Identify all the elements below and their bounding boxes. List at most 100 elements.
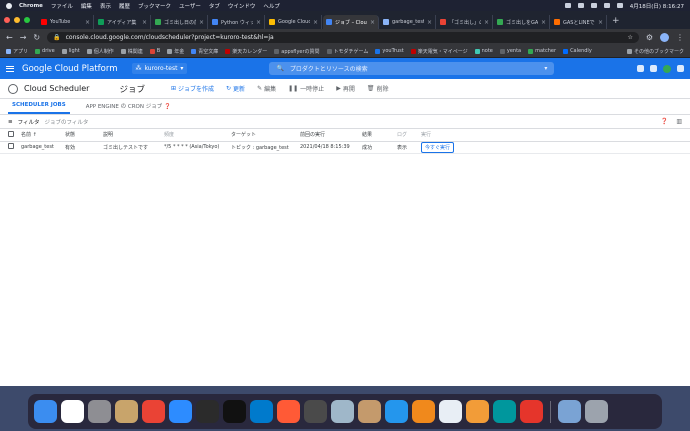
reload-icon[interactable]: ↻ [33, 33, 40, 42]
status-icon[interactable] [564, 3, 571, 8]
sourcetree-icon[interactable] [412, 400, 435, 423]
forward-arrow-icon[interactable]: → [20, 33, 27, 42]
bookmark-item[interactable]: Calendly [563, 48, 592, 55]
close-window-button[interactable] [4, 17, 10, 23]
platform-title[interactable]: Google Cloud Platform [22, 64, 118, 74]
battery-icon[interactable] [603, 3, 610, 8]
resume-button[interactable]: ▶ 再開 [336, 84, 355, 93]
pause-button[interactable]: ❚❚ 一時停止 [288, 84, 324, 93]
tab-close-icon[interactable]: × [370, 19, 375, 26]
menu-app[interactable]: Chrome [19, 3, 43, 9]
calendar-icon[interactable] [61, 400, 84, 423]
script-editor-icon[interactable] [358, 400, 381, 423]
more-menu-icon[interactable]: ⋮ [676, 33, 684, 42]
arduino-icon[interactable] [493, 400, 516, 423]
select-all-checkbox[interactable] [8, 130, 14, 137]
browser-tab[interactable]: ゴミ出し日の前日× [152, 15, 208, 29]
bookmark-item[interactable]: yenta [499, 48, 521, 55]
finder-icon[interactable] [34, 400, 57, 423]
sequel-icon[interactable] [331, 400, 354, 423]
tab-scheduler-jobs[interactable]: SCHEDULER JOBS [8, 102, 70, 114]
menu-help[interactable]: ヘルプ [263, 2, 280, 10]
profile-avatar[interactable] [660, 32, 669, 42]
project-selector[interactable]: ⁂ kuroro-test ▾ [131, 63, 188, 74]
col-name[interactable]: 名前 ↑ [18, 129, 62, 142]
browser-tab[interactable]: Python ウィッシュ× [209, 15, 265, 29]
table-row[interactable]: garbage_test 有効 ゴミ出しテストです */5 * * * * (A… [0, 141, 690, 154]
filter-input[interactable]: ジョブのフィルタ [45, 118, 89, 126]
tab-close-icon[interactable]: × [484, 19, 489, 26]
search-icon[interactable] [616, 3, 623, 8]
browser-tab[interactable]: ゴミ出しをGAS × [494, 15, 550, 29]
trash-icon[interactable] [585, 400, 608, 423]
bookmark-item[interactable]: トモダチゲーム [326, 48, 368, 55]
minimize-window-button[interactable] [14, 17, 20, 23]
help-circle-icon[interactable]: ❓ [164, 104, 171, 110]
bookmark-item[interactable]: 楽天カレンダー [225, 48, 267, 55]
tab-close-icon[interactable]: × [427, 19, 432, 26]
tab-close-icon[interactable]: × [598, 19, 603, 26]
clock-icon[interactable] [520, 400, 543, 423]
browser-tab[interactable]: garbage_test × [380, 15, 436, 29]
new-tab-button[interactable]: + [608, 15, 624, 29]
address-bar[interactable]: 🔒 console.cloud.google.com/cloudschedule… [47, 31, 639, 43]
mysql-workbench-icon[interactable] [439, 400, 462, 423]
terminal2-icon[interactable] [223, 400, 246, 423]
row-checkbox[interactable] [8, 143, 14, 149]
menu-file[interactable]: ファイル [51, 2, 73, 10]
tab-close-icon[interactable]: × [142, 19, 147, 26]
chrome-icon[interactable] [142, 400, 165, 423]
bookmark-item[interactable]: matcher [528, 48, 556, 55]
menu-user[interactable]: ユーザー [179, 2, 201, 10]
back-arrow-icon[interactable]: ← [6, 33, 13, 42]
safari-icon[interactable] [277, 400, 300, 423]
tab-close-icon[interactable]: × [313, 19, 318, 26]
zoom-icon[interactable] [169, 400, 192, 423]
browser-tab[interactable]: ジョブ – Cloud × [323, 15, 379, 29]
column-display-icon[interactable]: ▥ [676, 118, 682, 125]
cloud-shell-icon[interactable] [637, 65, 644, 72]
system-preferences-icon[interactable] [88, 400, 111, 423]
create-job-button[interactable]: ⊞ ジョブを作成 [171, 84, 214, 93]
bookmark-item[interactable]: B [149, 48, 160, 55]
bluetooth-icon[interactable] [577, 3, 584, 8]
edit-button[interactable]: ✎ 編集 [257, 84, 276, 93]
refresh-button[interactable]: ↻ 更新 [226, 84, 245, 93]
contacts-icon[interactable] [115, 400, 138, 423]
bookmark-item[interactable]: light [61, 48, 80, 55]
user-avatar[interactable] [663, 64, 671, 73]
tab-close-icon[interactable]: × [199, 19, 204, 26]
run-now-button[interactable]: 今すぐ実行 [421, 141, 455, 153]
other-bookmarks[interactable]: その他のブックマーク [626, 48, 684, 55]
tab-appengine-cron[interactable]: APP ENGINE の CRON ジョブ ❓ [82, 102, 175, 114]
help-icon[interactable]: ❓ [661, 118, 668, 125]
preview-icon[interactable] [558, 400, 581, 423]
browser-tab[interactable]: 「ゴミ出し」の × [437, 15, 493, 29]
apple-icon[interactable] [6, 2, 12, 9]
zoom-window-button[interactable] [24, 17, 30, 23]
bookmark-item[interactable]: drive [35, 48, 55, 55]
menu-tab[interactable]: タブ [209, 2, 220, 10]
browser-tab[interactable]: GASとLINEで × [551, 15, 607, 29]
hamburger-menu-icon[interactable] [6, 65, 14, 72]
tab-close-icon[interactable]: × [85, 19, 90, 26]
menu-history[interactable]: 履歴 [119, 2, 130, 10]
bookmark-item[interactable]: 株関連 [120, 48, 143, 55]
wifi-icon[interactable] [590, 3, 597, 8]
browser-tab[interactable]: アイディア集 × [95, 15, 151, 29]
browser-tab[interactable]: Google Cloud × [266, 15, 322, 29]
job-name[interactable]: garbage_test [18, 141, 62, 154]
more-vert-icon[interactable] [677, 65, 684, 72]
docker-icon[interactable] [385, 400, 408, 423]
tab-close-icon[interactable]: × [256, 19, 261, 26]
bookmark-item[interactable]: 青空文庫 [191, 48, 218, 55]
bookmark-item[interactable]: note [474, 48, 493, 55]
delete-button[interactable]: 🗑 削除 [367, 84, 389, 93]
product-search[interactable]: 🔍 プロダクトとリソースの検索 ▾ [269, 62, 555, 75]
bookmark-item[interactable]: youTrust [375, 48, 404, 55]
extension-icon[interactable]: ⚙ [646, 33, 653, 42]
bookmark-item[interactable]: アプリ [6, 48, 28, 55]
menu-window[interactable]: ウインドウ [228, 2, 256, 10]
menu-edit[interactable]: 編集 [81, 2, 92, 10]
menubar-datetime[interactable]: 4月18日(日) 8:16:27 [630, 2, 684, 10]
